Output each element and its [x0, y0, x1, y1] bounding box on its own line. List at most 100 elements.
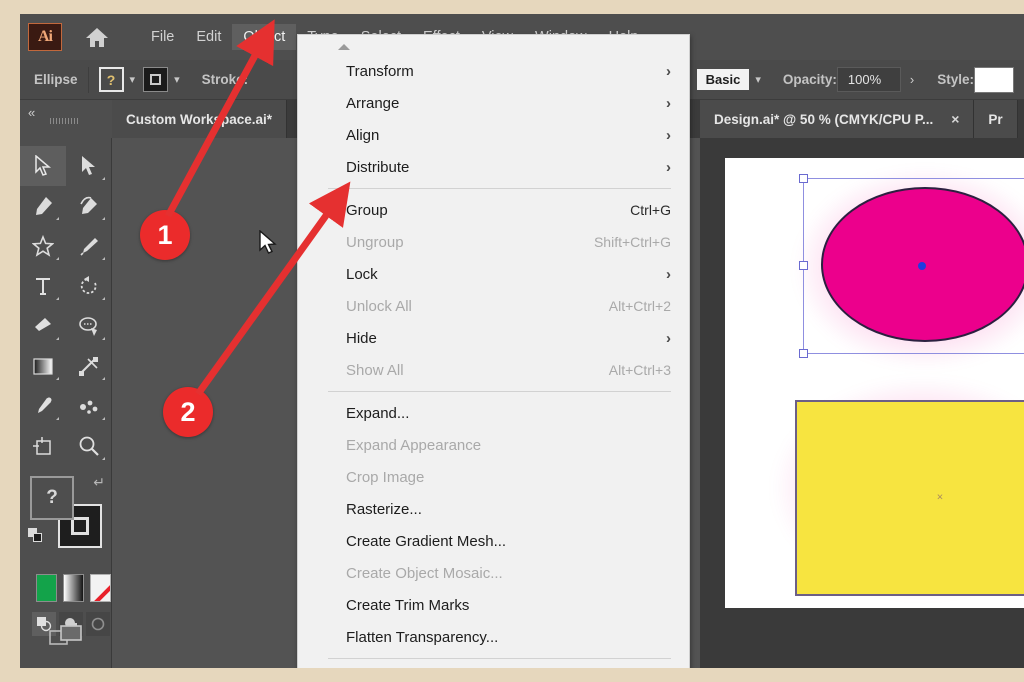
direct-selection-tool[interactable]: [66, 146, 112, 186]
menu-item-create-trim-marks[interactable]: Create Trim Marks: [298, 589, 689, 621]
screen-mode-button[interactable]: [20, 624, 112, 650]
menu-item-distribute[interactable]: Distribute ›: [298, 151, 689, 183]
menu-item-label: Create Gradient Mesh...: [346, 532, 507, 550]
menu-item-arrange[interactable]: Arrange ›: [298, 87, 689, 119]
menu-item-crop-image: Crop Image: [298, 461, 689, 493]
divider: [87, 66, 89, 93]
menu-object[interactable]: Object: [232, 24, 297, 50]
tab-properties[interactable]: Pr: [974, 100, 1018, 138]
tab-custom-workspace[interactable]: Custom Workspace.ai*: [112, 100, 288, 138]
selection-tool[interactable]: [20, 146, 66, 186]
none-swatch-button[interactable]: [90, 574, 111, 602]
stroke-swatch-button[interactable]: [143, 67, 169, 92]
default-fill-stroke-icon[interactable]: [28, 528, 43, 543]
panel-grip[interactable]: [50, 118, 80, 124]
fill-color-button[interactable]: ?: [30, 476, 74, 520]
free-transform-tool[interactable]: [66, 346, 112, 386]
color-swatch-button[interactable]: [36, 574, 57, 602]
menu-item-create-gradient-mesh[interactable]: Create Gradient Mesh...: [298, 525, 689, 557]
toolbox-panel: ? ↵: [20, 138, 112, 668]
stroke-chevron-down-icon[interactable]: ▾: [174, 73, 180, 86]
menu-item-label: Create Trim Marks: [346, 596, 470, 614]
menu-item-shortcut: Shift+Ctrl+G: [593, 234, 671, 250]
home-icon[interactable]: [84, 24, 110, 50]
menu-item-label: Rasterize...: [346, 500, 422, 518]
menu-edit[interactable]: Edit: [185, 24, 232, 50]
illustrator-window: Ai File Edit Object Type Select Effect V…: [20, 14, 1024, 668]
handle-top-left[interactable]: [799, 174, 808, 183]
menu-item-hide[interactable]: Hide ›: [298, 322, 689, 354]
menu-item-lock[interactable]: Lock ›: [298, 258, 689, 290]
menu-item-create-object-mosaic: Create Object Mosaic...: [298, 557, 689, 589]
pen-tool[interactable]: [20, 186, 66, 226]
menu-item-flatten-transparency[interactable]: Flatten Transparency...: [298, 621, 689, 653]
zoom-tool[interactable]: [66, 426, 112, 466]
canvas-area[interactable]: × Design.ai* @ 50 % (CMYK/CPU P... × Pr: [700, 100, 1024, 668]
menu-item-unlock-all: Unlock All Alt+Ctrl+2: [298, 290, 689, 322]
curvature-tool[interactable]: [66, 186, 112, 226]
menu-item-rasterize[interactable]: Rasterize...: [298, 493, 689, 525]
fill-swatch-button[interactable]: ?: [98, 67, 124, 92]
menu-item-label: Transform: [346, 62, 414, 80]
color-mode-buttons: [20, 566, 111, 602]
gradient-swatch-button[interactable]: [63, 574, 84, 602]
symbol-sprayer-tool[interactable]: [66, 386, 112, 426]
panel-collapse-button[interactable]: «: [20, 100, 112, 138]
shaper-star-tool[interactable]: [20, 226, 66, 266]
gradient-tool[interactable]: [20, 346, 66, 386]
chevron-right-icon: ›: [666, 62, 671, 80]
menu-item-label: Expand Appearance: [346, 436, 482, 454]
type-tool[interactable]: [20, 266, 66, 306]
eraser-tool[interactable]: [20, 306, 66, 346]
double-chevron-left-icon: «: [28, 105, 35, 120]
style-swatch-button[interactable]: [974, 66, 1014, 93]
paintbrush-tool[interactable]: [66, 226, 112, 266]
chevron-right-icon: ›: [666, 265, 671, 283]
brush-definition-value[interactable]: Basic: [696, 69, 750, 90]
brush-chevron-down-icon[interactable]: ▾: [755, 73, 761, 86]
fill-chevron-down-icon[interactable]: ▾: [130, 73, 136, 86]
menu-item-shortcut: Alt+Ctrl+3: [608, 362, 671, 378]
style-label: Style:: [937, 72, 974, 87]
lasso-width-tool[interactable]: [66, 306, 112, 346]
close-icon[interactable]: ×: [951, 111, 959, 127]
eyedropper-tool[interactable]: [20, 386, 66, 426]
menu-item-label: Unlock All: [346, 297, 412, 315]
menu-separator: [328, 658, 671, 659]
annotation-badge-2: 2: [163, 387, 213, 437]
selection-bounding-box[interactable]: [799, 174, 1024, 358]
opacity-expand-icon[interactable]: ›: [910, 72, 914, 87]
menu-scroll-up-icon[interactable]: [298, 39, 689, 55]
menu-item-expand[interactable]: Expand...: [298, 397, 689, 429]
opacity-input[interactable]: 100%: [836, 67, 901, 92]
artboard-tool[interactable]: [20, 426, 66, 466]
rotate-tool[interactable]: [66, 266, 112, 306]
chevron-right-icon: ›: [666, 158, 671, 176]
app-logo-icon: Ai: [28, 23, 62, 51]
menu-item-label: Hide: [346, 329, 377, 347]
menu-separator: [328, 391, 671, 392]
opacity-label: Opacity:: [782, 72, 837, 87]
tab-design-ai[interactable]: Design.ai* @ 50 % (CMYK/CPU P... ×: [700, 100, 975, 138]
menu-item-make-pixel-perfect[interactable]: Make Pixel Perfect: [298, 664, 689, 668]
tab-label: Custom Workspace.ai*: [126, 111, 273, 127]
tab-label: Design.ai* @ 50 % (CMYK/CPU P...: [714, 111, 934, 127]
object-menu-dropdown[interactable]: Transform › Arrange › Align › Distribute…: [297, 34, 690, 668]
menu-item-expand-appearance: Expand Appearance: [298, 429, 689, 461]
menu-item-label: Arrange: [346, 94, 400, 112]
menu-item-transform[interactable]: Transform ›: [298, 55, 689, 87]
menu-item-ungroup: Ungroup Shift+Ctrl+G: [298, 226, 689, 258]
menu-item-align[interactable]: Align ›: [298, 119, 689, 151]
menu-item-group[interactable]: Group Ctrl+G: [298, 194, 689, 226]
rectangle-shape[interactable]: ×: [795, 400, 1024, 596]
center-point: [918, 262, 926, 270]
menu-item-show-all: Show All Alt+Ctrl+3: [298, 354, 689, 386]
handle-middle-left[interactable]: [799, 261, 808, 270]
swap-fill-stroke-icon[interactable]: ↵: [93, 474, 105, 491]
chevron-right-icon: ›: [666, 329, 671, 347]
handle-bottom-left[interactable]: [799, 349, 808, 358]
menu-file[interactable]: File: [140, 24, 185, 50]
artboard[interactable]: ×: [725, 158, 1024, 608]
menu-item-label: Align: [346, 126, 380, 144]
tool-grid: [20, 146, 111, 466]
